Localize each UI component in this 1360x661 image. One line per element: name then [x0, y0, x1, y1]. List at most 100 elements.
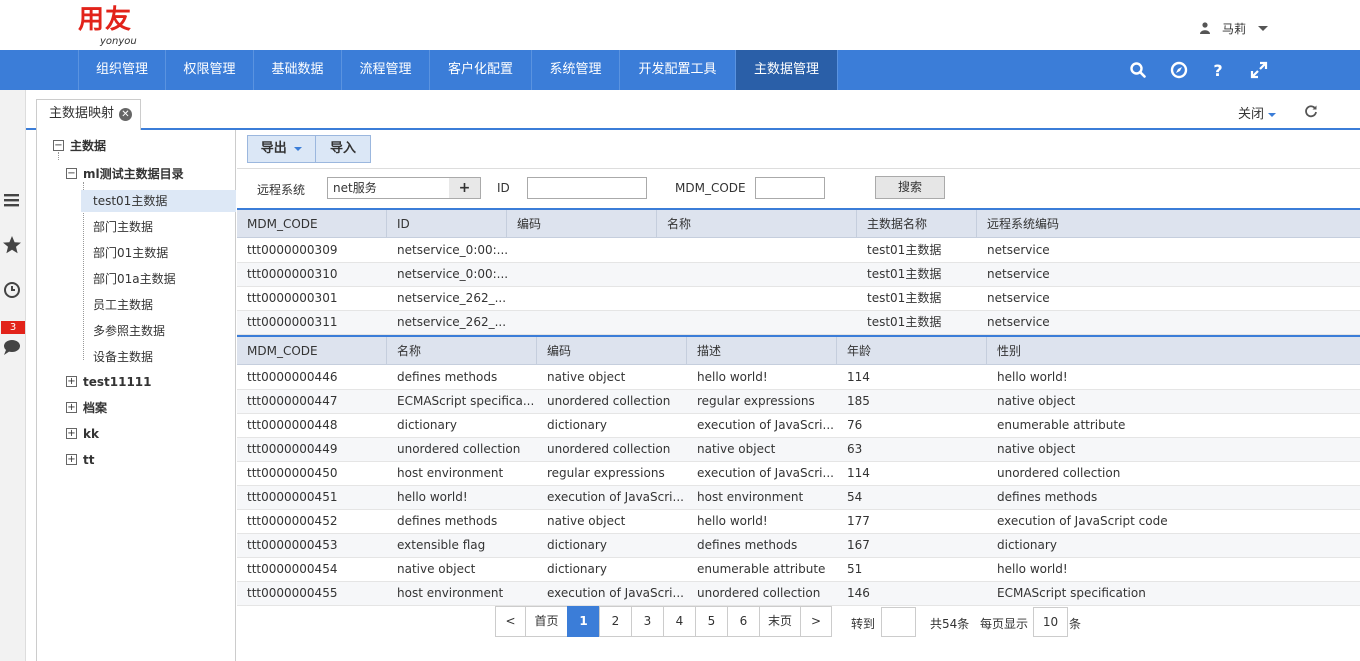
goto-label: 转到: [851, 617, 876, 631]
search-icon[interactable]: [1128, 60, 1148, 80]
next-page-button[interactable]: >: [800, 606, 832, 637]
remote-system-label: 远程系统: [257, 183, 306, 197]
history-icon[interactable]: [0, 278, 24, 302]
id-input[interactable]: [527, 177, 647, 199]
tree-leaf[interactable]: 多参照主数据: [81, 320, 165, 342]
table-row[interactable]: ttt0000000454 native object dictionary enum…: [237, 558, 1360, 582]
column-header[interactable]: 编码: [537, 337, 687, 365]
column-header[interactable]: 性别: [987, 337, 1360, 365]
goto-page-input[interactable]: [881, 607, 916, 637]
help-icon[interactable]: ?: [1208, 60, 1228, 80]
table-row[interactable]: ttt0000000452 defines methods native objec…: [237, 510, 1360, 534]
table-row[interactable]: ttt0000000309 netservice_0:00:... test01主数…: [237, 239, 1360, 263]
table-cell: regular expressions: [697, 394, 815, 408]
remote-system-input[interactable]: net服务: [327, 177, 450, 199]
chat-icon[interactable]: [0, 335, 24, 359]
per-page-input[interactable]: 10: [1033, 607, 1068, 637]
table-cell: netservice: [987, 267, 1050, 281]
page-button[interactable]: 6: [727, 606, 760, 637]
chevron-down-icon: [294, 146, 303, 151]
close-all-dropdown[interactable]: 关闭: [1238, 103, 1277, 122]
tree-leaf[interactable]: 部门01主数据: [81, 242, 168, 264]
nav-item-workflow[interactable]: 流程管理: [342, 50, 430, 90]
column-header[interactable]: 年龄: [837, 337, 987, 365]
expand-icon[interactable]: +: [66, 454, 77, 465]
tree-leaf[interactable]: test01主数据: [81, 190, 236, 212]
page-button[interactable]: 1: [567, 606, 600, 637]
tree-node-kk[interactable]: + kk: [66, 423, 99, 445]
table-cell: enumerable attribute: [697, 562, 826, 576]
table-row[interactable]: ttt0000000453 extensible flag dictionary de…: [237, 534, 1360, 558]
table-cell: ECMAScript specifica...: [397, 394, 535, 408]
nav-item-customization[interactable]: 客户化配置: [430, 50, 532, 90]
nav-item-org[interactable]: 组织管理: [78, 50, 166, 90]
tree-leaf[interactable]: 员工主数据: [81, 294, 153, 316]
id-label: ID: [497, 181, 510, 195]
import-button[interactable]: 导入: [315, 135, 371, 163]
table-row[interactable]: ttt0000000447 ECMAScript specifica... unor…: [237, 390, 1360, 414]
expand-icon[interactable]: +: [66, 402, 77, 413]
tree-node-tt[interactable]: + tt: [66, 449, 94, 471]
table-row[interactable]: ttt0000000311 netservice_262_... test01主数据…: [237, 311, 1360, 335]
nav-item-permission[interactable]: 权限管理: [166, 50, 254, 90]
export-button[interactable]: 导出: [247, 135, 316, 163]
collapse-icon[interactable]: −: [66, 168, 77, 179]
table-row[interactable]: ttt0000000450 host environment regular exp…: [237, 462, 1360, 486]
tree-node-root[interactable]: − 主数据: [53, 135, 106, 157]
table-row[interactable]: ttt0000000301 netservice_262_... test01主数据…: [237, 287, 1360, 311]
user-menu[interactable]: 马莉: [1200, 18, 1269, 38]
refresh-icon[interactable]: [1304, 104, 1318, 118]
close-icon[interactable]: ✕: [119, 108, 132, 121]
prev-page-button[interactable]: <: [495, 606, 526, 637]
nav-item-master-data[interactable]: 主数据管理: [736, 50, 838, 90]
column-header[interactable]: 编码: [507, 210, 657, 238]
table-row[interactable]: ttt0000000451 hello world! execution of Ja…: [237, 486, 1360, 510]
star-icon[interactable]: [0, 233, 24, 257]
table-row[interactable]: ttt0000000448 dictionary dictionary executi…: [237, 414, 1360, 438]
tree-leaf[interactable]: 设备主数据: [81, 346, 153, 368]
nav-item-basic-data[interactable]: 基础数据: [254, 50, 342, 90]
column-header[interactable]: 名称: [387, 337, 537, 365]
page-button[interactable]: 2: [599, 606, 632, 637]
column-header[interactable]: 远程系统编码: [977, 210, 1360, 238]
table-cell: 76: [847, 418, 863, 432]
table-cell: enumerable attribute: [997, 418, 1126, 432]
yonyou-logo[interactable]: 用友 yonyou: [78, 5, 142, 47]
table-cell: netservice: [987, 243, 1050, 257]
nav-item-dev-tools[interactable]: 开发配置工具: [620, 50, 736, 90]
first-page-button[interactable]: 首页: [525, 606, 568, 637]
table-row[interactable]: ttt0000000449 unordered collection unorder…: [237, 438, 1360, 462]
page-button[interactable]: 4: [663, 606, 696, 637]
page-button[interactable]: 3: [631, 606, 664, 637]
column-header[interactable]: ID: [387, 210, 507, 238]
add-button[interactable]: +: [449, 177, 481, 199]
collapse-icon[interactable]: −: [53, 140, 64, 151]
tree-leaf[interactable]: 部门01a主数据: [81, 268, 176, 290]
tab-master-data-mapping[interactable]: 主数据映射 ✕: [36, 99, 141, 130]
menu-icon[interactable]: [0, 188, 24, 212]
table-row[interactable]: ttt0000000455 host environment execution o…: [237, 582, 1360, 606]
column-header[interactable]: 主数据名称: [857, 210, 977, 238]
tree-node-archive[interactable]: + 档案: [66, 397, 107, 419]
compass-icon[interactable]: [1169, 60, 1189, 80]
table-row[interactable]: ttt0000000446 defines methods native objec…: [237, 366, 1360, 390]
column-header[interactable]: MDM_CODE: [237, 337, 387, 365]
grid-header: MDM_CODE ID 编码 名称 主数据名称 远程系统编码: [237, 208, 1360, 238]
page-button[interactable]: 5: [695, 606, 728, 637]
column-header[interactable]: 名称: [657, 210, 857, 238]
table-row[interactable]: ttt0000000310 netservice_0:00:... test01主数…: [237, 263, 1360, 287]
expand-icon[interactable]: +: [66, 376, 77, 387]
detail-grid: MDM_CODE 名称 编码 描述 年龄 性别 ttt0000000446 def…: [237, 335, 1360, 606]
column-header[interactable]: 描述: [687, 337, 837, 365]
expand-icon[interactable]: +: [66, 428, 77, 439]
search-button[interactable]: 搜索: [875, 176, 945, 199]
tree-node-test11111[interactable]: + test11111: [66, 371, 152, 393]
column-header[interactable]: MDM_CODE: [237, 210, 387, 238]
tree-leaf[interactable]: 部门主数据: [81, 216, 153, 238]
table-cell: test01主数据: [867, 315, 942, 329]
fullscreen-icon[interactable]: [1249, 60, 1269, 80]
mdm-code-input[interactable]: [755, 177, 825, 199]
table-cell: netservice: [987, 315, 1050, 329]
last-page-button[interactable]: 末页: [759, 606, 801, 637]
nav-item-system[interactable]: 系统管理: [532, 50, 620, 90]
